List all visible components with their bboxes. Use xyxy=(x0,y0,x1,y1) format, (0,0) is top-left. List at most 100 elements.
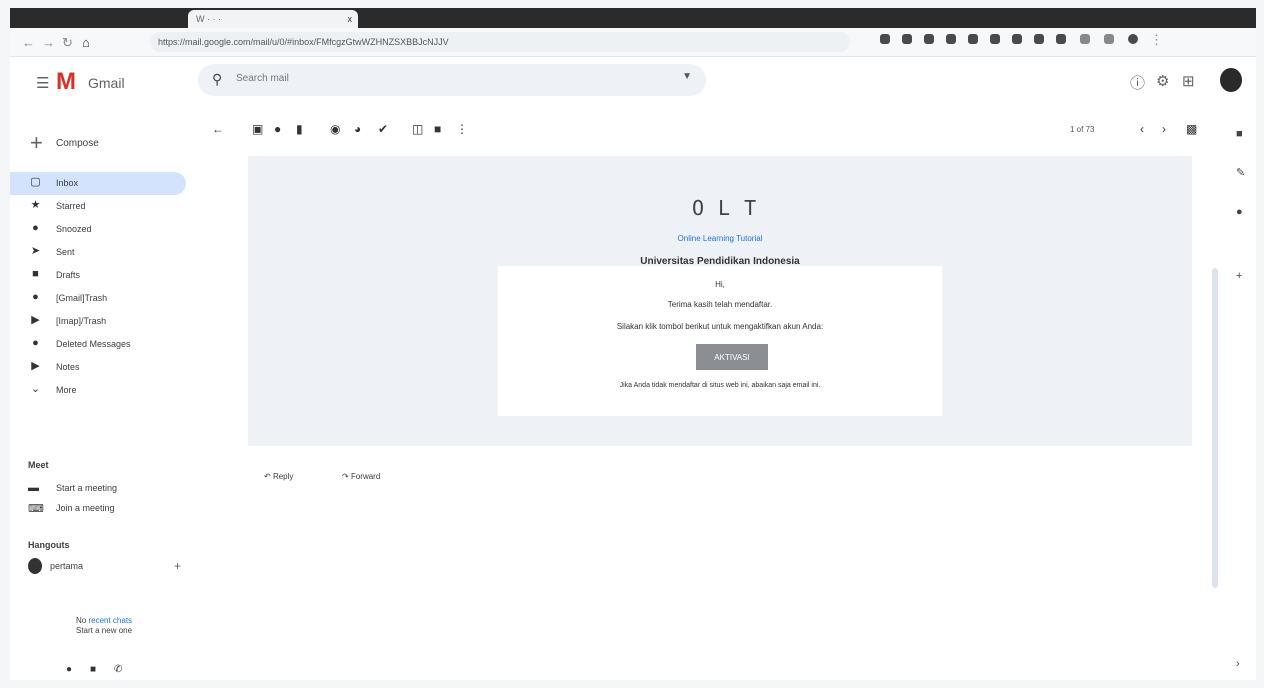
chat-icon[interactable]: ■ xyxy=(90,664,96,675)
input-tools-icon[interactable]: ▩ xyxy=(1186,122,1197,136)
close-tab-icon[interactable]: x xyxy=(348,10,353,28)
activate-button[interactable]: AKTIVASI xyxy=(696,344,768,370)
expand-panel-icon[interactable]: › xyxy=(1236,658,1240,670)
search-bar: ⚲ ▼ xyxy=(198,64,706,96)
sidebar-item-label: Drafts xyxy=(56,270,81,280)
phone-icon[interactable]: ✆ xyxy=(114,664,122,675)
main-menu-icon[interactable]: ☰ xyxy=(36,74,49,92)
sidebar-item-drafts[interactable]: ■ Drafts xyxy=(10,264,200,287)
sidebar-item-gmail-trash[interactable]: ● [Gmail]Trash xyxy=(10,287,200,310)
archive-icon[interactable]: ▣ xyxy=(252,122,263,136)
start-new-chat-link[interactable]: Start a new one xyxy=(76,626,132,635)
sidebar-item-imap-trash[interactable]: ▶ [Imap]/Trash xyxy=(10,310,200,333)
snooze-icon[interactable]: ◕ xyxy=(354,122,361,136)
email-line-1: Terima kasih telah mendaftar. xyxy=(667,300,773,309)
sidebar-item-label: Notes xyxy=(56,362,80,372)
profile-icon[interactable] xyxy=(1128,34,1138,44)
email-greeting: Hi, xyxy=(715,280,725,289)
next-icon[interactable]: › xyxy=(1162,122,1166,136)
search-options-icon[interactable]: ▼ xyxy=(682,71,692,82)
extension-icon[interactable] xyxy=(1012,34,1022,44)
contacts-icon[interactable]: ● xyxy=(66,664,72,675)
gmail-header: ☰ M Gmail ⚲ ▼ ⓘ ⚙ ⊞ xyxy=(10,56,1256,106)
label-icon: ● xyxy=(32,337,39,349)
sidebar-item-label: Inbox xyxy=(56,178,79,188)
sidebar-item-label: Deleted Messages xyxy=(56,339,131,349)
plus-icon: + xyxy=(30,130,43,155)
add-addon-icon[interactable]: + xyxy=(1236,270,1242,282)
hangouts-user[interactable]: pertama + xyxy=(24,558,184,578)
label-icon: ▶ xyxy=(31,314,40,326)
extension-icon[interactable] xyxy=(880,34,890,44)
sidebar-item-label: Sent xyxy=(56,247,75,257)
search-icon[interactable]: ⚲ xyxy=(212,71,222,88)
tab-title: W · · · xyxy=(196,14,221,24)
scrollbar[interactable] xyxy=(1212,268,1218,588)
forward-button[interactable]: ↷ Forward xyxy=(342,472,380,481)
home-icon[interactable]: ⌂ xyxy=(82,35,90,50)
sidebar-nav: ▢ Inbox ★ Starred ● Snoozed ➤ Sent ■ Dra… xyxy=(10,172,200,402)
reply-button[interactable]: ↶ Reply xyxy=(264,472,293,481)
meet-join-label: Join a meeting xyxy=(56,503,115,513)
calendar-icon[interactable]: ■ xyxy=(1236,128,1243,140)
url-field[interactable]: https://mail.google.com/mail/u/0/#inbox/… xyxy=(150,32,850,52)
back-to-inbox-icon[interactable]: ← xyxy=(212,122,224,136)
meet-section-title: Meet xyxy=(28,460,49,470)
extension-icon[interactable] xyxy=(1056,34,1066,44)
apps-grid-icon[interactable]: ⊞ xyxy=(1182,72,1195,90)
gmail-wordmark[interactable]: Gmail xyxy=(88,75,125,91)
browser-window: W · · · x ← → ↻ ⌂ https://mail.google.co… xyxy=(10,8,1256,680)
user-avatar xyxy=(28,558,42,574)
extension-icon[interactable] xyxy=(902,34,912,44)
keyboard-icon: ⌨ xyxy=(28,503,44,515)
sidebar-item-deleted-messages[interactable]: ● Deleted Messages xyxy=(10,333,200,356)
bookmark-star-icon[interactable] xyxy=(1080,34,1090,44)
mark-unread-icon[interactable]: ◉ xyxy=(330,122,340,136)
clock-icon: ● xyxy=(32,222,39,234)
support-icon[interactable]: ⓘ xyxy=(1130,72,1145,93)
sidebar-item-snoozed[interactable]: ● Snoozed xyxy=(10,218,200,241)
search-input[interactable] xyxy=(234,72,658,85)
reload-icon[interactable]: ↻ xyxy=(62,35,73,51)
add-chat-icon[interactable]: + xyxy=(174,559,181,573)
add-task-icon[interactable]: ✔ xyxy=(378,122,388,136)
sidebar-item-inbox[interactable]: ▢ Inbox xyxy=(10,172,186,195)
sidebar-item-more[interactable]: ⌄ More xyxy=(10,379,200,402)
gmail-logo[interactable]: M xyxy=(56,68,76,96)
back-icon[interactable]: ← xyxy=(22,35,35,50)
tasks-icon[interactable]: ● xyxy=(1236,206,1243,218)
sidebar-item-sent[interactable]: ➤ Sent xyxy=(10,241,200,264)
extension-icon[interactable] xyxy=(990,34,1000,44)
browser-tab[interactable]: W · · · x xyxy=(188,10,358,28)
join-meeting-button[interactable]: ⌨ Join a meeting xyxy=(28,500,198,518)
recent-chats-link[interactable]: recent chats xyxy=(88,616,132,625)
start-meeting-button[interactable]: ▬ Start a meeting xyxy=(28,480,198,498)
label-tag-icon[interactable]: ■ xyxy=(434,122,441,136)
delete-icon[interactable]: ▮ xyxy=(296,122,303,136)
no-recent-prefix: No xyxy=(76,616,87,625)
settings-gear-icon[interactable]: ⚙ xyxy=(1156,72,1169,90)
extension-icon[interactable] xyxy=(946,34,956,44)
email-line-2: Silakan klik tombol berikut untuk mengak… xyxy=(616,322,824,331)
sidebar-item-starred[interactable]: ★ Starred xyxy=(10,195,200,218)
reply-icon: ↶ xyxy=(264,472,271,481)
keep-icon[interactable]: ✎ xyxy=(1236,166,1245,179)
olt-link[interactable]: Online Learning Tutorial xyxy=(248,234,1192,243)
extension-icon[interactable] xyxy=(1104,34,1114,44)
more-actions-icon[interactable]: ⋮ xyxy=(456,122,468,136)
previous-icon[interactable]: ‹ xyxy=(1140,122,1144,136)
sidebar-item-notes[interactable]: ▶ Notes xyxy=(10,356,200,379)
extension-icon[interactable] xyxy=(968,34,978,44)
extension-icon[interactable] xyxy=(924,34,934,44)
sidebar-item-label: Starred xyxy=(56,201,86,211)
account-avatar[interactable] xyxy=(1220,68,1242,92)
hangouts-user-name: pertama xyxy=(50,561,84,571)
university-name: Universitas Pendidikan Indonesia xyxy=(640,256,800,267)
chevron-down-icon: ⌄ xyxy=(30,383,41,395)
report-spam-icon[interactable]: ● xyxy=(274,122,281,136)
move-to-icon[interactable]: ◫ xyxy=(412,122,423,136)
extension-icon[interactable] xyxy=(1034,34,1044,44)
forward-nav-icon[interactable]: → xyxy=(42,35,55,50)
browser-menu-icon[interactable]: ⋮ xyxy=(1150,32,1163,48)
no-recent-chats: No recent chats Start a new one xyxy=(76,616,132,636)
